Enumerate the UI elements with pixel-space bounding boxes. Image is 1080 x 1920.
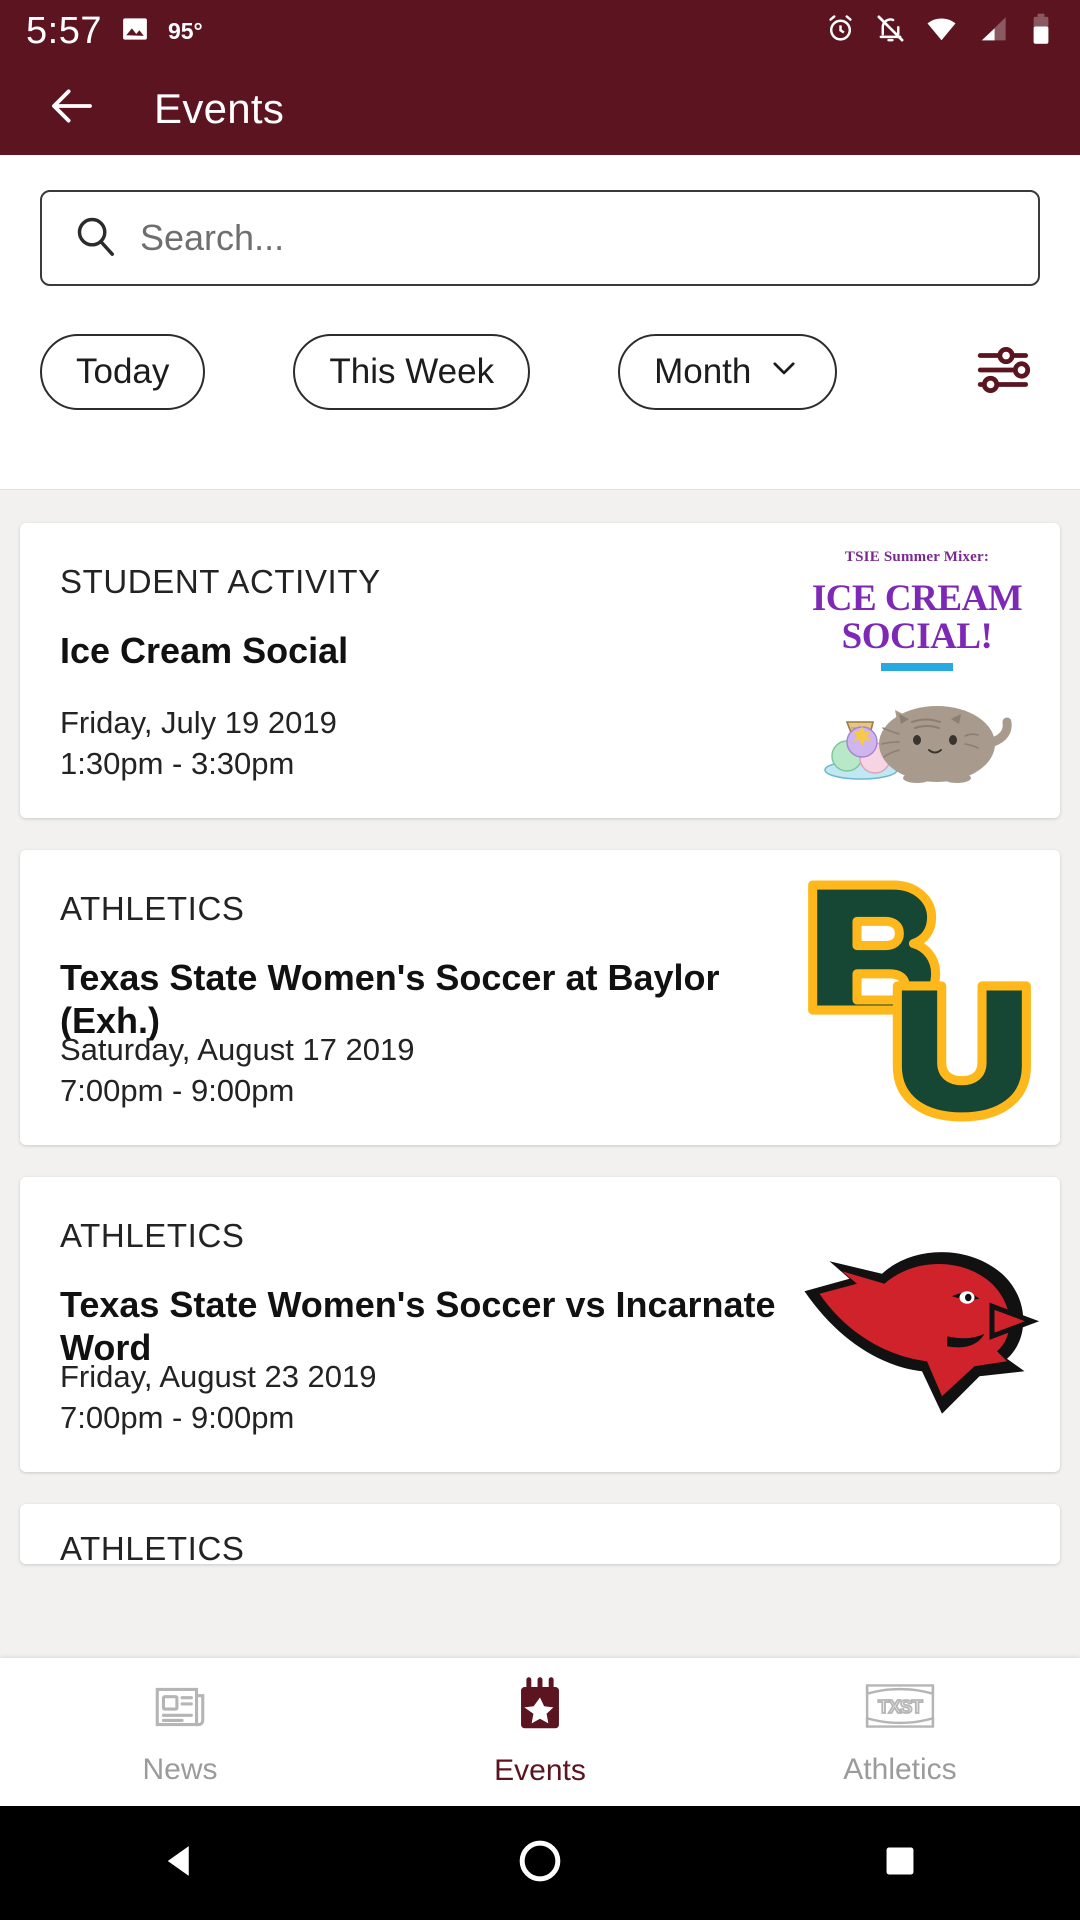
system-home-button[interactable] (360, 1838, 720, 1889)
poster-pre-title: TSIE Summer Mixer: (844, 549, 990, 565)
filter-settings-button[interactable] (970, 337, 1040, 407)
event-datetime: Saturday, August 17 2019 7:00pm - 9:00pm (60, 1029, 414, 1111)
event-thumbnail: TSIE Summer Mixer: ICE CREAM SOCIAL! (792, 541, 1042, 801)
event-card[interactable]: ATHLETICS Texas State Women's Soccer vs … (20, 1177, 1060, 1472)
status-bar: 5:57 95° (0, 0, 1080, 62)
event-title: Ice Cream Social (60, 630, 349, 671)
sliders-icon (974, 344, 1036, 401)
event-date: Friday, August 23 2019 (60, 1358, 377, 1394)
filter-chip-row: Today This Week Month (40, 330, 1040, 414)
chip-today-label: Today (76, 352, 170, 391)
arrow-left-icon (45, 79, 99, 138)
triangle-back-icon (159, 1840, 201, 1887)
chip-month-label: Month (654, 352, 752, 391)
battery-icon (1028, 13, 1054, 50)
pusheen-cat-icon (817, 670, 1017, 793)
alarm-icon (825, 13, 856, 49)
nav-item-news[interactable]: News (0, 1678, 360, 1787)
search-bar[interactable]: Search... (40, 190, 1040, 286)
newspaper-icon (149, 1678, 211, 1739)
nav-item-events-label: Events (494, 1753, 586, 1787)
event-date: Friday, July 19 2019 (60, 704, 337, 740)
event-card-body: ATHLETICS (20, 1504, 1060, 1564)
event-category: ATHLETICS (60, 1530, 245, 1564)
svg-text:TXST: TXST (878, 1696, 924, 1717)
search-filter-panel: Search... Today This Week Month (0, 155, 1080, 490)
notifications-off-icon (875, 13, 906, 49)
event-datetime: Friday, July 19 2019 1:30pm - 3:30pm (60, 702, 337, 784)
system-back-button[interactable] (0, 1840, 360, 1887)
search-icon (72, 213, 118, 264)
event-time: 1:30pm - 3:30pm (60, 745, 295, 781)
status-bar-right (825, 12, 1054, 50)
system-recents-button[interactable] (720, 1842, 1080, 1885)
nav-item-news-label: News (142, 1752, 218, 1786)
event-datetime: Friday, August 23 2019 7:00pm - 9:00pm (60, 1356, 377, 1438)
ice-cream-poster-icon: TSIE Summer Mixer: ICE CREAM SOCIAL! (792, 541, 1042, 801)
poster-line1: ICE CREAM (811, 578, 1023, 619)
event-date: Saturday, August 17 2019 (60, 1031, 415, 1067)
search-input[interactable]: Search... (140, 217, 284, 259)
chip-month[interactable]: Month (618, 334, 838, 410)
event-thumbnail (792, 868, 1042, 1128)
wifi-icon (925, 12, 958, 50)
circle-home-icon (517, 1838, 563, 1889)
back-button[interactable] (40, 77, 104, 141)
events-list[interactable]: STUDENT ACTIVITY Ice Cream Social Friday… (0, 490, 1080, 1658)
phone-screen: 5:57 95° Events Search... Today This Wee… (0, 0, 1080, 1920)
status-bar-left: 5:57 95° (26, 10, 203, 53)
android-system-navigation (0, 1806, 1080, 1920)
baylor-logo-icon (792, 868, 1042, 1128)
status-bar-clock: 5:57 (26, 9, 102, 52)
event-time: 7:00pm - 9:00pm (60, 1072, 295, 1108)
event-thumbnail (792, 1195, 1042, 1455)
event-time: 7:00pm - 9:00pm (60, 1399, 295, 1435)
app-bar: Events (0, 62, 1080, 155)
chip-this-week-label: This Week (329, 352, 495, 391)
page-title: Events (154, 84, 285, 132)
square-recents-icon (881, 1842, 919, 1885)
poster-line2: SOCIAL! (841, 616, 993, 657)
cardinal-logo-icon (792, 1195, 1042, 1455)
txst-logo-icon: TXST (863, 1678, 937, 1739)
image-icon (120, 14, 150, 49)
chevron-down-icon (767, 351, 801, 394)
calendar-star-icon (511, 1676, 569, 1740)
status-bar-temperature: 95° (167, 17, 203, 44)
event-card[interactable]: STUDENT ACTIVITY Ice Cream Social Friday… (20, 523, 1060, 818)
cellular-signal-icon (977, 13, 1009, 50)
chip-this-week[interactable]: This Week (293, 334, 531, 410)
nav-item-athletics[interactable]: TXST Athletics (720, 1678, 1080, 1787)
nav-item-events[interactable]: Events (360, 1676, 720, 1788)
event-card[interactable]: ATHLETICS Texas State Women's Soccer at … (20, 850, 1060, 1145)
bottom-navigation: News Events TXST Athletics (0, 1658, 1080, 1806)
nav-item-athletics-label: Athletics (843, 1752, 957, 1786)
chip-today[interactable]: Today (40, 334, 206, 410)
event-card[interactable]: ATHLETICS (20, 1504, 1060, 1564)
